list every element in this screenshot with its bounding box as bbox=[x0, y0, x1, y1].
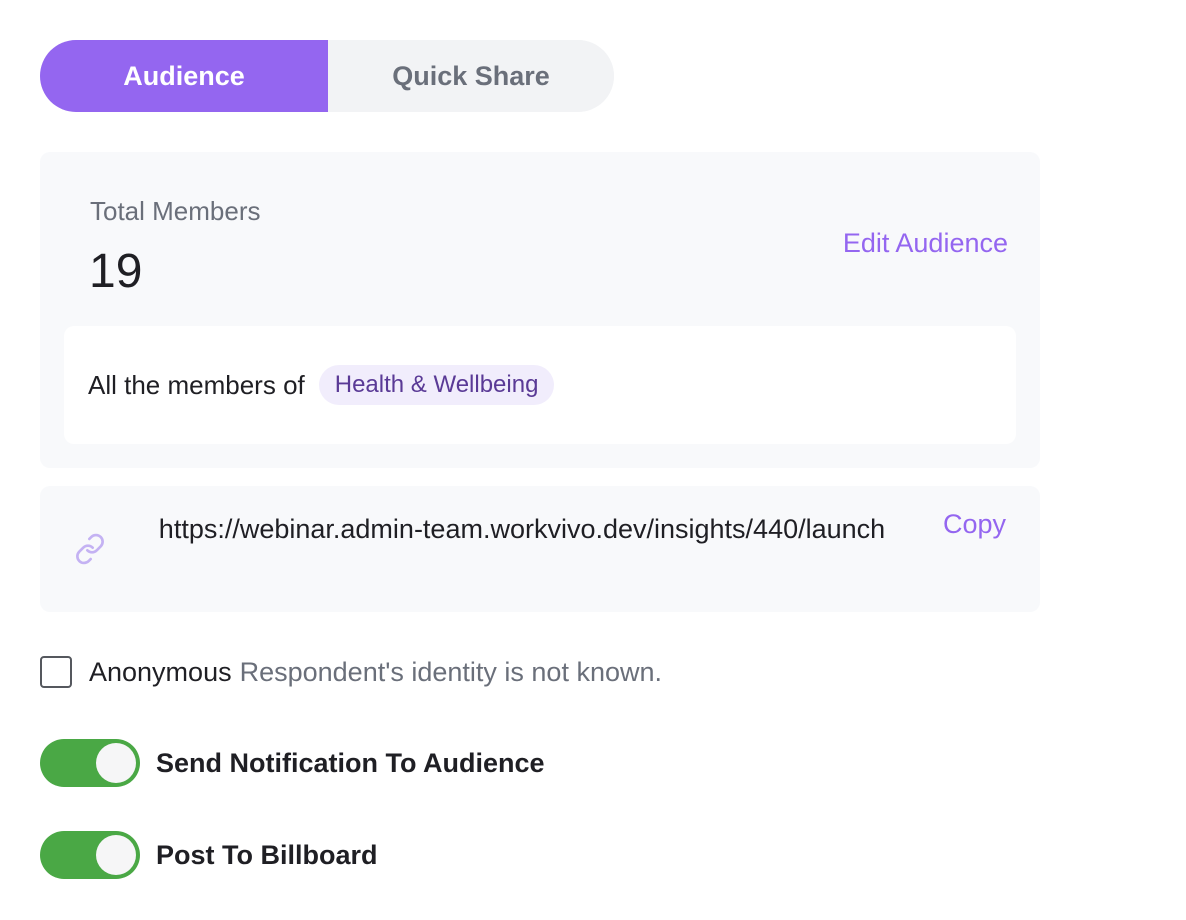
members-prefix-text: All the members of bbox=[88, 369, 305, 400]
anonymous-label: Anonymous bbox=[89, 656, 232, 687]
toggle-knob bbox=[96, 743, 136, 783]
send-notification-label: Send Notification To Audience bbox=[156, 747, 545, 778]
copy-link-button[interactable]: Copy bbox=[943, 509, 1006, 540]
group-badge: Health & Wellbeing bbox=[318, 365, 555, 405]
send-notification-toggle[interactable] bbox=[40, 739, 140, 787]
send-notification-row: Send Notification To Audience bbox=[40, 739, 545, 787]
post-to-billboard-row: Post To Billboard bbox=[40, 831, 378, 879]
post-to-billboard-label: Post To Billboard bbox=[156, 839, 378, 870]
audience-settings-page: Audience Quick Share Total Members 19 Ed… bbox=[0, 0, 1186, 920]
link-icon bbox=[76, 533, 104, 565]
tab-bar: Audience Quick Share bbox=[40, 40, 614, 112]
edit-audience-link[interactable]: Edit Audience bbox=[843, 228, 1008, 259]
audience-members-box: All the members of Health & Wellbeing bbox=[64, 326, 1016, 444]
toggle-knob bbox=[96, 835, 136, 875]
share-link-card: https://webinar.admin-team.workvivo.dev/… bbox=[40, 486, 1040, 612]
audience-card: Total Members 19 Edit Audience All the m… bbox=[40, 152, 1040, 468]
anonymous-checkbox[interactable] bbox=[40, 656, 72, 688]
share-url-text: https://webinar.admin-team.workvivo.dev/… bbox=[158, 514, 886, 544]
total-members-count: 19 bbox=[89, 245, 143, 298]
anonymous-option: Anonymous Respondent's identity is not k… bbox=[40, 656, 662, 688]
total-members-label: Total Members bbox=[90, 196, 261, 226]
tab-quick-share[interactable]: Quick Share bbox=[328, 40, 614, 112]
post-to-billboard-toggle[interactable] bbox=[40, 831, 140, 879]
tab-audience[interactable]: Audience bbox=[40, 40, 328, 112]
anonymous-description: Respondent's identity is not known. bbox=[239, 656, 662, 687]
